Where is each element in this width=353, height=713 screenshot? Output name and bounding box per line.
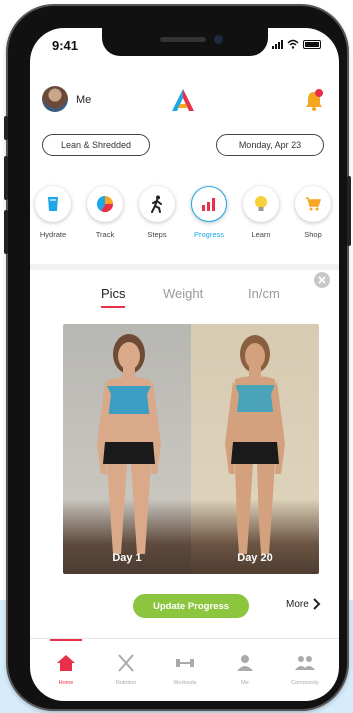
quick-action-shop[interactable]: Shop [286, 186, 339, 239]
tabbar-item-community[interactable]: Community [280, 639, 330, 686]
tabbar-item-home[interactable]: Home [41, 639, 91, 686]
tab-weight[interactable]: Weight [163, 286, 203, 301]
tabbar-label: Nutrition [115, 680, 137, 686]
quick-actions: Hydrate Track Steps Progress Learn Shop [30, 186, 339, 256]
quick-action-progress[interactable]: Progress [182, 186, 236, 239]
mute-switch [4, 116, 8, 140]
power-button [347, 176, 351, 246]
status-time: 9:41 [52, 38, 79, 53]
volume-up-button [4, 156, 8, 200]
speaker [160, 37, 206, 42]
plan-selector[interactable]: Lean & Shredded [42, 134, 150, 156]
update-progress-button[interactable]: Update Progress [133, 594, 249, 618]
avatar[interactable] [42, 86, 68, 112]
bottom-tab-bar: Home Nutrition Workouts Me Community [30, 639, 339, 701]
tabbar-label: Me [241, 680, 249, 686]
person-photo [97, 334, 161, 554]
tab-pics[interactable]: Pics [101, 286, 126, 301]
progress-photos: Day 1 Day 20 [63, 324, 319, 574]
people-icon [295, 656, 315, 670]
phone-frame: 9:41 Me Lean & Shredded Monday, Apr 23 H… [4, 6, 351, 709]
close-icon[interactable] [314, 272, 330, 288]
lightbulb-icon [255, 196, 267, 211]
tabbar-label: Community [291, 680, 319, 686]
wifi-icon [287, 39, 299, 49]
tab-measurements[interactable]: In/cm [248, 286, 280, 301]
bar-chart-icon [202, 198, 215, 211]
user-label[interactable]: Me [76, 94, 91, 106]
front-camera [214, 35, 223, 44]
utensils-icon [118, 654, 134, 672]
quick-action-label: Shop [304, 230, 322, 239]
tabbar-item-nutrition[interactable]: Nutrition [101, 639, 151, 686]
notch [102, 28, 268, 56]
quick-action-learn[interactable]: Learn [234, 186, 288, 239]
status-icons [272, 39, 321, 49]
volume-down-button [4, 210, 8, 254]
photo-caption: Day 1 [112, 552, 142, 564]
quick-action-steps[interactable]: Steps [130, 186, 184, 239]
shopping-cart-icon [306, 197, 321, 211]
app-header: Me [30, 84, 339, 116]
active-tab-indicator [101, 306, 125, 308]
date-selector[interactable]: Monday, Apr 23 [216, 134, 324, 156]
more-label: More [286, 598, 309, 610]
section-divider [30, 264, 339, 270]
quick-action-track[interactable]: Track [78, 186, 132, 239]
progress-photo-day1[interactable]: Day 1 [63, 324, 191, 574]
progress-photo-day20[interactable]: Day 20 [191, 324, 319, 574]
quick-action-label: Progress [193, 230, 224, 239]
tabbar-label: Home [58, 680, 74, 686]
app-screen: 9:41 Me Lean & Shredded Monday, Apr 23 H… [30, 28, 339, 701]
walking-person-icon [151, 195, 162, 213]
chevron-right-icon [313, 598, 321, 610]
home-icon [57, 655, 75, 671]
water-glass-icon [48, 197, 58, 211]
quick-action-label: Learn [251, 230, 271, 239]
notification-bell-icon[interactable] [303, 88, 325, 112]
quick-action-label: Hydrate [39, 230, 67, 239]
quick-action-label: Track [95, 230, 115, 239]
battery-icon [303, 39, 321, 49]
tabbar-item-me[interactable]: Me [220, 639, 270, 686]
pie-chart-icon [96, 195, 114, 213]
more-link[interactable]: More [286, 598, 321, 610]
person-icon [237, 655, 253, 671]
quick-action-label: Steps [147, 230, 167, 239]
dumbbell-icon [176, 659, 194, 667]
signal-icon [272, 39, 283, 49]
person-photo [225, 335, 285, 554]
tabbar-item-workouts[interactable]: Workouts [160, 639, 210, 686]
tabbar-label: Workouts [173, 680, 197, 686]
app-logo-icon [172, 89, 194, 111]
photo-caption: Day 20 [237, 552, 273, 564]
progress-tabs: Pics Weight In/cm [30, 282, 339, 310]
quick-action-hydrate[interactable]: Hydrate [30, 186, 80, 239]
